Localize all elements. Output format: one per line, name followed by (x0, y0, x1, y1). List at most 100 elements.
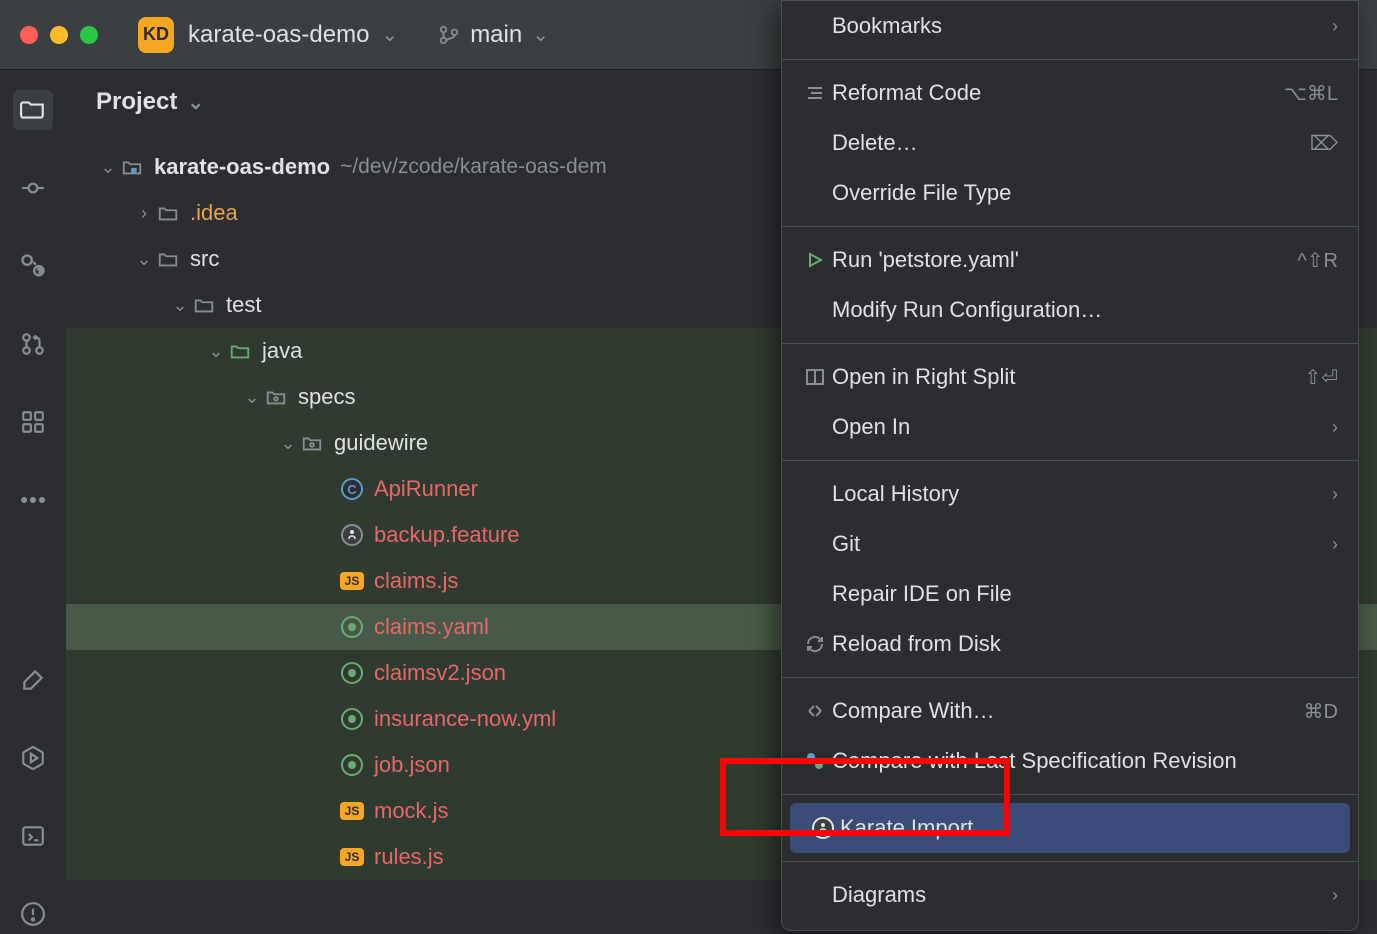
tree-label: claims.yaml (374, 614, 489, 640)
window-controls (20, 26, 98, 44)
menu-compare-last-spec[interactable]: Compare with Last Specification Revision (782, 736, 1358, 786)
tree-label: job.json (374, 752, 450, 778)
chevron-down-icon[interactable]: ⌄ (204, 341, 228, 362)
more-tool-icon[interactable] (13, 480, 53, 520)
tree-label: java (262, 338, 302, 364)
menu-karate-import[interactable]: Karate Import (790, 803, 1350, 853)
chevron-down-icon[interactable]: ⌄ (132, 249, 156, 270)
folder-icon (228, 339, 252, 363)
menu-override-file-type[interactable]: Override File Type (782, 168, 1358, 218)
menu-separator (782, 861, 1358, 862)
menu-repair-ide[interactable]: Repair IDE on File (782, 569, 1358, 619)
menu-label: Override File Type (832, 180, 1338, 206)
close-window-btn[interactable] (20, 26, 38, 44)
js-icon: JS (340, 799, 364, 823)
package-icon (264, 385, 288, 409)
menu-shortcut: ⌥⌘L (1284, 81, 1338, 106)
branch-name: main (470, 21, 522, 49)
menu-separator (782, 59, 1358, 60)
minimize-window-btn[interactable] (50, 26, 68, 44)
menu-run[interactable]: Run 'petstore.yaml' ^⇧R (782, 235, 1358, 285)
menu-modify-run-config[interactable]: Modify Run Configuration… (782, 285, 1358, 335)
menu-separator (782, 794, 1358, 795)
chevron-down-icon[interactable]: ⌄ (240, 387, 264, 408)
tree-label: insurance-now.yml (374, 706, 556, 732)
tree-label: test (226, 292, 261, 318)
menu-label: Bookmarks (832, 13, 1332, 39)
menu-local-history[interactable]: Local History › (782, 469, 1358, 519)
menu-delete[interactable]: Delete… ⌦ (782, 118, 1358, 168)
yaml-icon (340, 615, 364, 639)
menu-compare-with[interactable]: Compare With… ⌘D (782, 686, 1358, 736)
menu-label: Modify Run Configuration… (832, 297, 1338, 323)
reload-icon (800, 632, 830, 656)
menu-open-in[interactable]: Open In › (782, 402, 1358, 452)
build-tool-icon[interactable] (13, 660, 53, 700)
menu-separator (782, 460, 1358, 461)
menu-label: Git (832, 531, 1332, 557)
project-selector[interactable]: karate-oas-demo (188, 21, 369, 49)
menu-open-right-split[interactable]: Open in Right Split ⇧⏎ (782, 352, 1358, 402)
yaml-icon (340, 707, 364, 731)
run-tool-icon[interactable] (13, 738, 53, 778)
branch-icon (438, 24, 460, 46)
menu-label: Compare with Last Specification Revision (832, 748, 1338, 774)
js-icon: JS (340, 569, 364, 593)
menu-label: Reload from Disk (832, 631, 1338, 657)
package-icon (300, 431, 324, 455)
menu-label: Delete… (832, 130, 1310, 156)
yaml-icon (340, 753, 364, 777)
menu-label: Reformat Code (832, 80, 1284, 106)
services-tool-icon[interactable] (13, 402, 53, 442)
tree-label: claims.js (374, 568, 458, 594)
chevron-down-icon: ⌄ (532, 22, 549, 47)
menu-shortcut: ⌦ (1310, 131, 1338, 156)
menu-shortcut: ⇧⏎ (1304, 365, 1338, 390)
menu-separator (782, 343, 1358, 344)
svg-text:?: ? (38, 266, 43, 276)
app-badge: KD (138, 17, 174, 53)
tree-label: mock.js (374, 798, 449, 824)
tree-label: specs (298, 384, 355, 410)
chevron-right-icon: › (1332, 534, 1338, 555)
menu-git[interactable]: Git › (782, 519, 1358, 569)
structure-tool-icon[interactable]: ? (13, 246, 53, 286)
spec-icon (800, 749, 830, 773)
maximize-window-btn[interactable] (80, 26, 98, 44)
project-tool-icon[interactable] (13, 90, 53, 130)
feature-icon (340, 523, 364, 547)
terminal-tool-icon[interactable] (13, 816, 53, 856)
chevron-down-icon: ⌄ (187, 90, 204, 115)
pull-requests-tool-icon[interactable] (13, 324, 53, 364)
menu-label: Repair IDE on File (832, 581, 1338, 607)
tree-label: rules.js (374, 844, 444, 870)
commit-tool-icon[interactable] (13, 168, 53, 208)
menu-diagrams[interactable]: Diagrams › (782, 870, 1358, 920)
menu-bookmarks[interactable]: Bookmarks › (782, 1, 1358, 51)
chevron-right-icon: › (1332, 417, 1338, 438)
chevron-down-icon[interactable]: ⌄ (381, 22, 398, 47)
tree-path: ~/dev/zcode/karate-oas-dem (340, 155, 607, 179)
chevron-down-icon[interactable]: ⌄ (168, 295, 192, 316)
yaml-icon (340, 661, 364, 685)
panel-title: Project (96, 88, 177, 116)
tree-label: src (190, 246, 219, 272)
class-icon: C (340, 477, 364, 501)
tree-label: .idea (190, 200, 238, 226)
vcs-branch-selector[interactable]: main ⌄ (438, 21, 549, 49)
folder-icon (156, 201, 180, 225)
chevron-down-icon[interactable]: ⌄ (96, 157, 120, 178)
chevron-right-icon[interactable]: › (132, 203, 156, 224)
chevron-down-icon[interactable]: ⌄ (276, 433, 300, 454)
chevron-right-icon: › (1332, 16, 1338, 37)
chevron-right-icon: › (1332, 484, 1338, 505)
tree-label: claimsv2.json (374, 660, 506, 686)
folder-icon (120, 155, 144, 179)
tool-rail-left: ? (0, 70, 66, 934)
problems-tool-icon[interactable] (13, 894, 53, 934)
menu-separator (782, 677, 1358, 678)
menu-label: Compare With… (832, 698, 1304, 724)
menu-reformat[interactable]: Reformat Code ⌥⌘L (782, 68, 1358, 118)
menu-reload-disk[interactable]: Reload from Disk (782, 619, 1358, 669)
tree-label: ApiRunner (374, 476, 478, 502)
